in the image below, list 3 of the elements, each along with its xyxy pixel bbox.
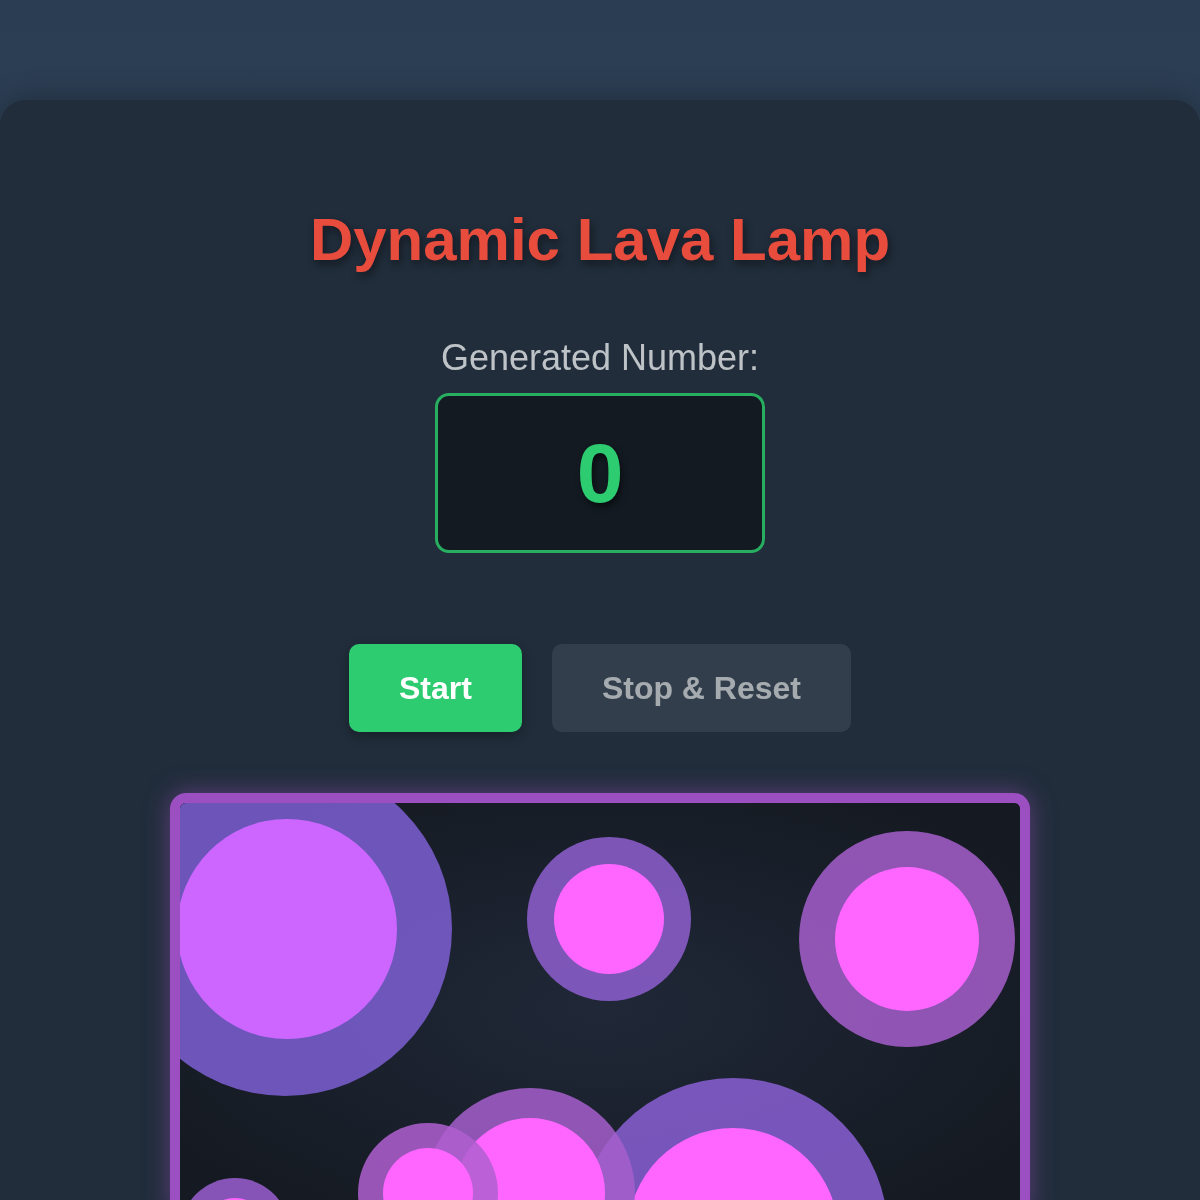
number-label: Generated Number: <box>440 336 760 380</box>
app-title: Dynamic Lava Lamp <box>309 205 891 275</box>
number-display: 0 <box>435 393 765 553</box>
